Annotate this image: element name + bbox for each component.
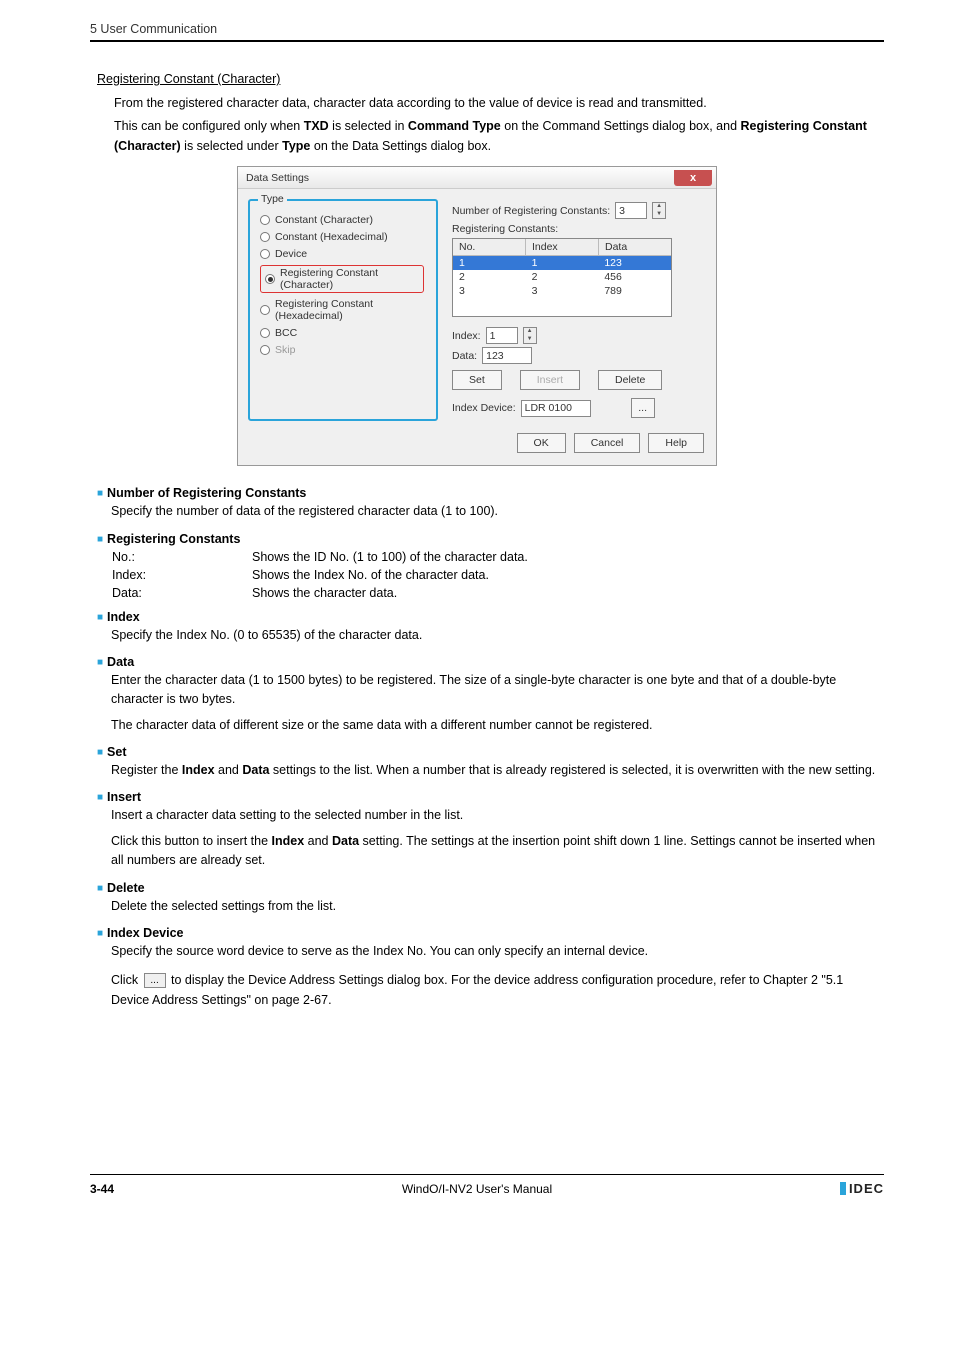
browse-icon: ... (144, 973, 166, 988)
desc-heading: ■Registering Constants (97, 532, 884, 546)
page-number: 3-44 (90, 1182, 114, 1196)
dialog-title: Data Settings (246, 172, 309, 184)
list-item[interactable]: 22456 (453, 270, 671, 284)
rc-no-desc: Shows the ID No. (1 to 100) of the chara… (252, 550, 528, 564)
insert-button[interactable]: Insert (520, 370, 580, 390)
desc-heading: ■Index (97, 610, 884, 624)
radio-reg-constant-character[interactable]: Registering Constant (Character) (260, 265, 424, 293)
rc-no-label: No.: (112, 550, 252, 564)
radio-bcc[interactable]: BCC (260, 327, 424, 339)
type-legend: Type (258, 193, 287, 205)
radio-reg-constant-hex[interactable]: Registering Constant (Hexadecimal) (260, 298, 424, 322)
help-button[interactable]: Help (648, 433, 704, 453)
ok-button[interactable]: OK (517, 433, 566, 453)
num-reg-constants-spinner[interactable]: ▲▼ (652, 202, 666, 219)
desc-body: Register the Index and Data settings to … (111, 761, 884, 780)
set-button[interactable]: Set (452, 370, 502, 390)
data-label: Data: (452, 350, 477, 362)
desc-body: Click ... to display the Device Address … (111, 971, 884, 1010)
delete-button[interactable]: Delete (598, 370, 662, 390)
index-device-label: Index Device: (452, 402, 516, 414)
desc-body: Specify the source word device to serve … (111, 942, 884, 961)
close-icon[interactable]: x (674, 170, 712, 186)
num-reg-constants-input[interactable]: 3 (615, 202, 647, 219)
section-para2: This can be configured only when TXD is … (114, 117, 884, 156)
col-data: Data (599, 239, 671, 255)
section-para1: From the registered character data, char… (114, 94, 884, 113)
radio-device[interactable]: Device (260, 248, 424, 260)
browse-button[interactable]: ... (631, 398, 655, 418)
col-index: Index (526, 239, 599, 255)
rc-index-desc: Shows the Index No. of the character dat… (252, 568, 489, 582)
type-groupbox: Type Constant (Character) Constant (Hexa… (248, 199, 438, 421)
radio-constant-hex[interactable]: Constant (Hexadecimal) (260, 231, 424, 243)
desc-heading: ■Index Device (97, 926, 884, 940)
reg-constants-list[interactable]: No. Index Data 11123 22456 33789 (452, 238, 672, 317)
rc-index-label: Index: (112, 568, 252, 582)
index-input[interactable]: 1 (486, 327, 518, 344)
index-label: Index: (452, 330, 481, 342)
radio-constant-character[interactable]: Constant (Character) (260, 214, 424, 226)
desc-body: Delete the selected settings from the li… (111, 897, 884, 916)
cancel-button[interactable]: Cancel (574, 433, 641, 453)
header-chapter: 5 User Communication (90, 22, 884, 42)
num-reg-constants-label: Number of Registering Constants: (452, 205, 610, 217)
brand-logo: IDEC (840, 1181, 884, 1196)
data-settings-dialog: Data Settings x Type Constant (Character… (237, 166, 717, 466)
index-spinner[interactable]: ▲▼ (523, 327, 537, 344)
desc-heading: ■Number of Registering Constants (97, 486, 884, 500)
desc-body: Click this button to insert the Index an… (111, 832, 884, 871)
desc-heading: ■Set (97, 745, 884, 759)
section-title: Registering Constant (Character) (97, 72, 884, 86)
rc-data-desc: Shows the character data. (252, 586, 397, 600)
index-device-input[interactable]: LDR 0100 (521, 400, 591, 417)
desc-heading: ■Delete (97, 881, 884, 895)
desc-body: Specify the Index No. (0 to 65535) of th… (111, 626, 884, 645)
desc-heading: ■Insert (97, 790, 884, 804)
desc-body: Specify the number of data of the regist… (111, 502, 884, 521)
radio-skip: Skip (260, 344, 424, 356)
desc-body: Insert a character data setting to the s… (111, 806, 884, 825)
desc-heading: ■Data (97, 655, 884, 669)
reg-constants-label: Registering Constants: (452, 223, 706, 235)
col-no: No. (453, 239, 526, 255)
desc-body: The character data of different size or … (111, 716, 884, 735)
rc-data-label: Data: (112, 586, 252, 600)
list-item[interactable]: 33789 (453, 284, 671, 298)
data-input[interactable]: 123 (482, 347, 532, 364)
desc-body: Enter the character data (1 to 1500 byte… (111, 671, 884, 710)
manual-title: WindO/I-NV2 User's Manual (402, 1182, 552, 1196)
list-item[interactable]: 11123 (453, 256, 671, 270)
